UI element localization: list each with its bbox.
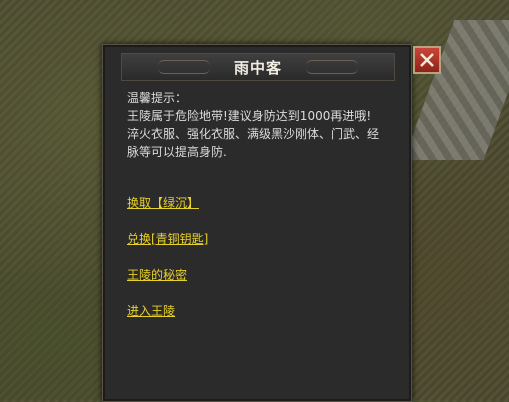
tip-line: 脉等可以提高身防. bbox=[127, 145, 227, 159]
option-redeem-bronze-key[interactable]: 兑换[青铜钥匙] bbox=[127, 231, 208, 247]
title-ornament-left bbox=[158, 60, 210, 74]
dialog-title: 雨中客 bbox=[233, 58, 282, 77]
tip-line: 淬火衣服、强化衣服、满级黑沙刚体、门武、经 bbox=[127, 127, 380, 141]
dialog-options: 换取【绿沉】 兑换[青铜钥匙] 王陵的秘密 进入王陵 bbox=[127, 195, 208, 339]
option-enter-royal-tomb[interactable]: 进入王陵 bbox=[127, 303, 208, 319]
tip-line: 温馨提示： bbox=[127, 91, 188, 105]
background-stone-path bbox=[403, 20, 509, 160]
tip-text-block: 温馨提示： 王陵属于危险地带!建议身防达到1000再进哦! 淬火衣服、强化衣服、… bbox=[127, 89, 397, 161]
dialog-title-bar: 雨中客 bbox=[121, 53, 395, 81]
close-button[interactable] bbox=[413, 46, 441, 74]
option-royal-tomb-secret[interactable]: 王陵的秘密 bbox=[127, 267, 208, 283]
close-icon bbox=[420, 53, 434, 67]
npc-dialog-panel: 雨中客 温馨提示： 王陵属于危险地带!建议身防达到1000再进哦! 淬火衣服、强… bbox=[102, 44, 412, 402]
title-ornament-right bbox=[306, 60, 358, 74]
option-exchange-lvchen[interactable]: 换取【绿沉】 bbox=[127, 195, 208, 211]
tip-line: 王陵属于危险地带!建议身防达到1000再进哦! bbox=[127, 109, 372, 123]
